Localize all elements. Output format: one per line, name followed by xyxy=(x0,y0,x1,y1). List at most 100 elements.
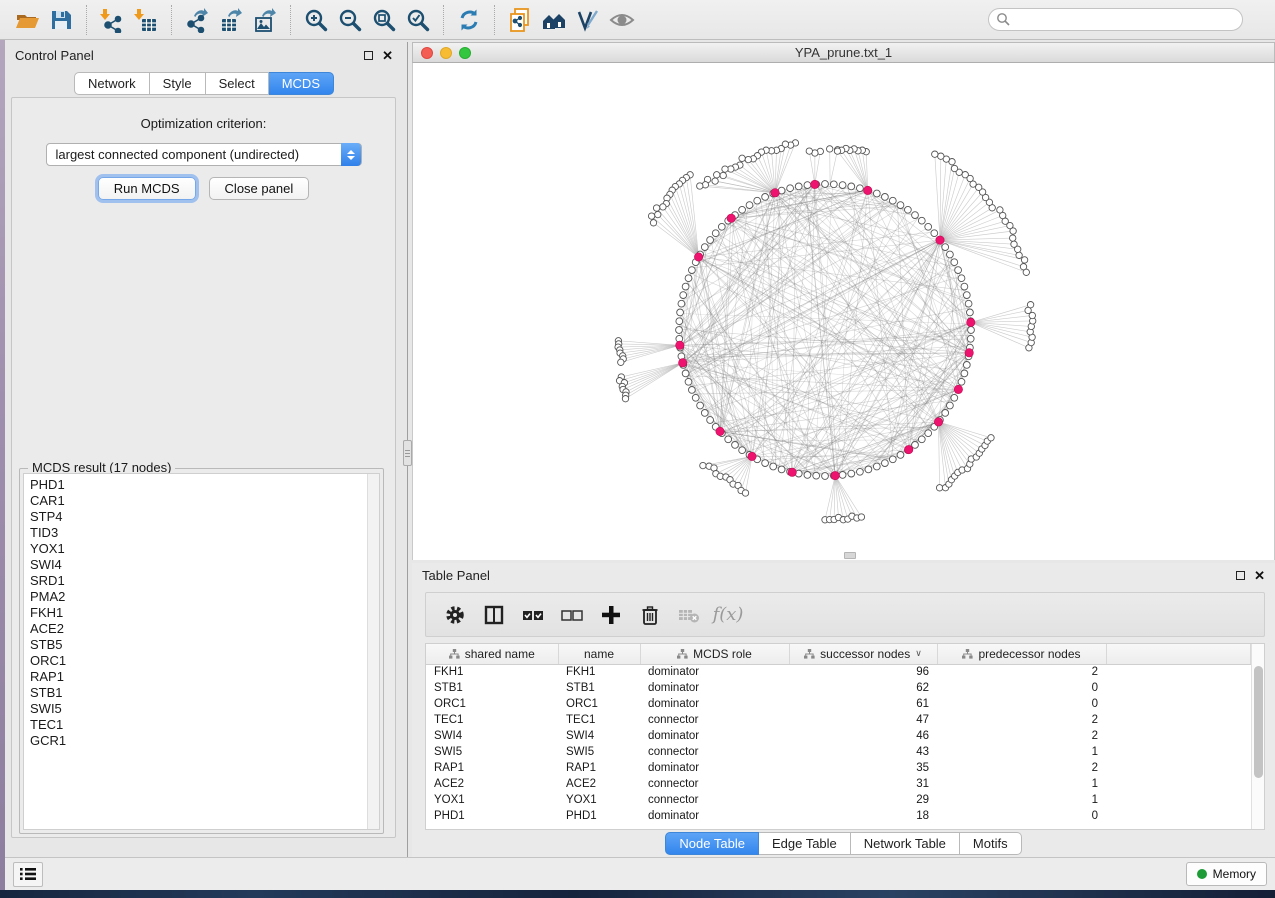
column-layout-button[interactable] xyxy=(478,598,510,632)
table-row[interactable]: FKH1FKH1dominator962 xyxy=(426,664,1251,680)
cell[interactable]: 43 xyxy=(789,744,937,760)
graph-node[interactable] xyxy=(968,327,975,334)
graph-node[interactable] xyxy=(742,490,748,496)
import-table-button[interactable] xyxy=(129,4,163,36)
graph-node[interactable] xyxy=(1011,241,1017,247)
graph-node[interactable] xyxy=(857,185,864,192)
cell[interactable]: connector xyxy=(640,776,789,792)
table-row[interactable]: YOX1YOX1connector291 xyxy=(426,792,1251,808)
network-from-selection-button[interactable] xyxy=(503,4,537,36)
cell[interactable]: 1 xyxy=(937,776,1106,792)
mcds-node[interactable] xyxy=(771,189,779,197)
graph-node[interactable] xyxy=(997,207,1003,213)
cell[interactable]: SWI4 xyxy=(426,728,558,744)
graph-node[interactable] xyxy=(712,230,719,237)
graph-node[interactable] xyxy=(822,473,829,480)
annotation-button[interactable] xyxy=(571,4,605,36)
table-row[interactable]: STB1STB1dominator620 xyxy=(426,680,1251,696)
cell[interactable]: PHD1 xyxy=(558,808,640,824)
export-network-button[interactable] xyxy=(180,4,214,36)
cell[interactable]: 61 xyxy=(789,696,937,712)
mcds-result-item[interactable]: ACE2 xyxy=(30,621,379,637)
cell[interactable]: connector xyxy=(640,712,789,728)
cell[interactable] xyxy=(1106,792,1251,808)
graph-node[interactable] xyxy=(739,206,746,213)
cell[interactable]: 96 xyxy=(789,664,937,680)
cell[interactable]: dominator xyxy=(640,760,789,776)
mcds-result-item[interactable]: STB1 xyxy=(30,685,379,701)
mcds-result-item[interactable]: STP4 xyxy=(30,509,379,525)
mcds-result-item[interactable]: CAR1 xyxy=(30,493,379,509)
mcds-result-item[interactable]: GCR1 xyxy=(30,733,379,749)
mcds-result-scrollbar[interactable] xyxy=(367,474,379,829)
mcds-result-item[interactable]: SWI5 xyxy=(30,701,379,717)
cell[interactable]: YOX1 xyxy=(558,792,640,808)
vertical-splitter[interactable] xyxy=(403,42,412,858)
optimization-criterion-select[interactable]: largest connected component (undirected) xyxy=(46,143,362,166)
tab-node-table[interactable]: Node Table xyxy=(665,832,759,855)
graph-node[interactable] xyxy=(689,267,696,274)
graph-node[interactable] xyxy=(951,394,958,401)
memory-button[interactable]: Memory xyxy=(1186,862,1267,886)
export-image-button[interactable] xyxy=(248,4,282,36)
mcds-node[interactable] xyxy=(811,180,819,188)
select-all-button[interactable] xyxy=(517,598,549,632)
graph-node[interactable] xyxy=(938,153,944,159)
mcds-node[interactable] xyxy=(936,236,944,244)
cell[interactable]: RAP1 xyxy=(558,760,640,776)
graph-node[interactable] xyxy=(963,292,970,299)
cell[interactable] xyxy=(1106,696,1251,712)
cell[interactable]: TEC1 xyxy=(558,712,640,728)
table-row[interactable]: RAP1RAP1dominator352 xyxy=(426,760,1251,776)
graph-node[interactable] xyxy=(778,466,785,473)
mcds-result-item[interactable]: YOX1 xyxy=(30,541,379,557)
zoom-fit-button[interactable] xyxy=(367,4,401,36)
graph-node[interactable] xyxy=(722,166,728,172)
mcds-node[interactable] xyxy=(864,186,872,194)
table-row[interactable]: ACE2ACE2connector311 xyxy=(426,776,1251,792)
graph-node[interactable] xyxy=(762,194,769,201)
graph-node[interactable] xyxy=(762,460,769,467)
table-row[interactable]: SWI4SWI4dominator462 xyxy=(426,728,1251,744)
graph-node[interactable] xyxy=(925,223,932,230)
graph-node[interactable] xyxy=(680,292,687,299)
graph-node[interactable] xyxy=(701,244,708,251)
mcds-node[interactable] xyxy=(905,445,913,453)
run-mcds-button[interactable]: Run MCDS xyxy=(98,177,196,200)
cell[interactable] xyxy=(1106,760,1251,776)
cell[interactable]: 35 xyxy=(789,760,937,776)
graph-node[interactable] xyxy=(720,172,726,178)
graph-node[interactable] xyxy=(770,463,777,470)
graph-node[interactable] xyxy=(822,181,829,188)
cell[interactable]: ORC1 xyxy=(426,696,558,712)
graph-node[interactable] xyxy=(787,185,794,192)
graph-node[interactable] xyxy=(955,267,962,274)
network-graph[interactable] xyxy=(413,63,1274,560)
mcds-node[interactable] xyxy=(694,253,702,261)
column-header-predecessor-nodes[interactable]: predecessor nodes xyxy=(937,644,1106,664)
table-row[interactable]: PHD1PHD1dominator180 xyxy=(426,808,1251,824)
graph-node[interactable] xyxy=(682,370,689,377)
graph-node[interactable] xyxy=(830,181,837,188)
cell[interactable]: 29 xyxy=(789,792,937,808)
graph-node[interactable] xyxy=(889,197,896,204)
delete-table-button[interactable] xyxy=(673,598,705,632)
graph-node[interactable] xyxy=(912,212,919,219)
hide-selected-button[interactable] xyxy=(605,4,639,36)
mcds-node[interactable] xyxy=(788,468,796,476)
graph-node[interactable] xyxy=(961,283,968,290)
graph-node[interactable] xyxy=(936,485,942,491)
mcds-node[interactable] xyxy=(954,385,962,393)
graph-node[interactable] xyxy=(827,146,833,152)
cell[interactable]: 46 xyxy=(789,728,937,744)
graph-node[interactable] xyxy=(897,202,904,209)
deselect-all-button[interactable] xyxy=(556,598,588,632)
graph-node[interactable] xyxy=(905,206,912,213)
graph-node[interactable] xyxy=(897,452,904,459)
graph-node[interactable] xyxy=(918,217,925,224)
refresh-button[interactable] xyxy=(452,4,486,36)
network-titlebar[interactable]: YPA_prune.txt_1 xyxy=(412,42,1275,63)
column-header-name[interactable]: name xyxy=(558,644,640,664)
graph-node[interactable] xyxy=(678,300,685,307)
graph-node[interactable] xyxy=(676,318,683,325)
